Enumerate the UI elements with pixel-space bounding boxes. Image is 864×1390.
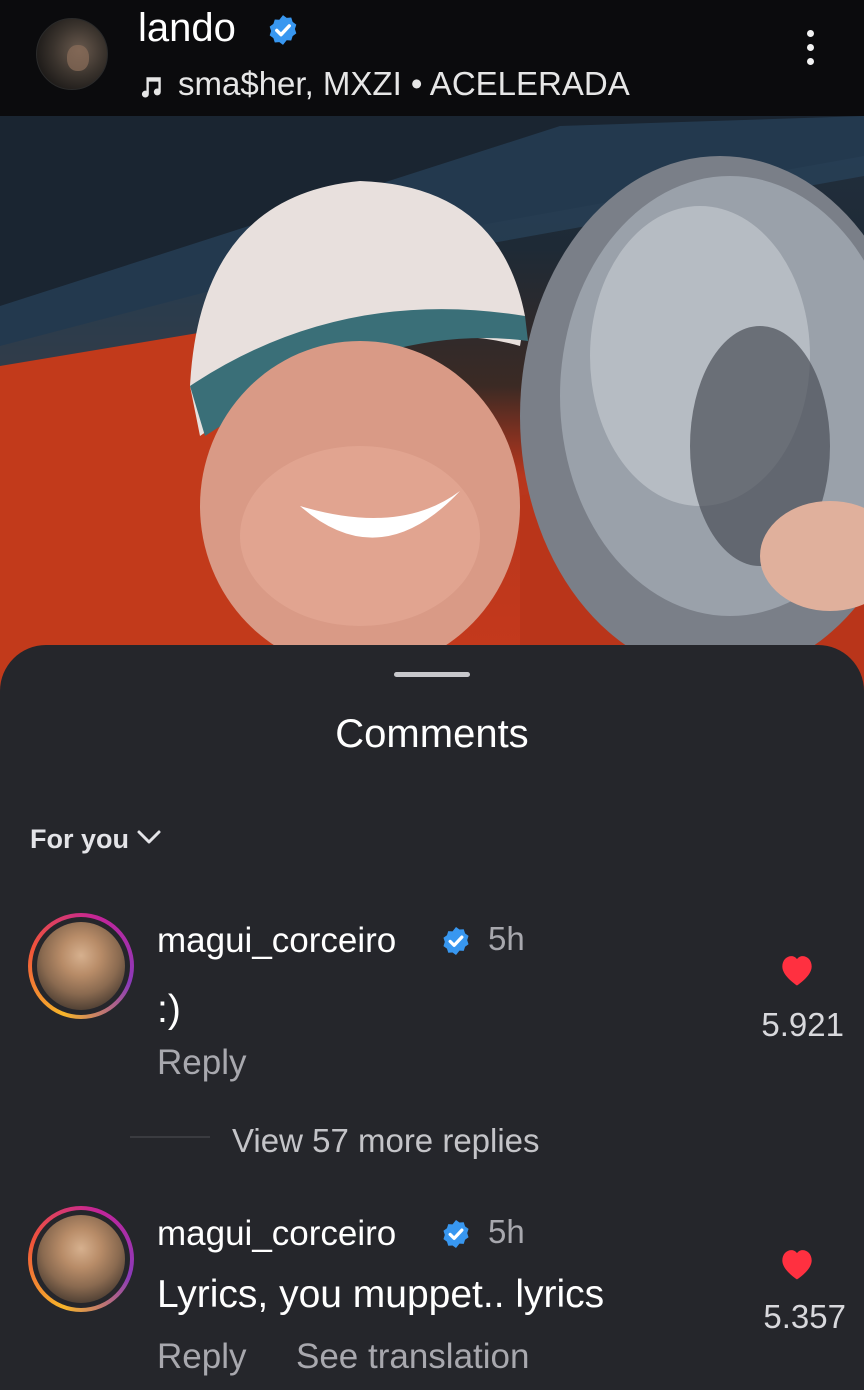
post-photo <box>0 116 864 716</box>
replies-divider <box>130 1136 210 1138</box>
like-count: 5.921 <box>761 1006 844 1043</box>
verified-badge-icon <box>443 927 469 955</box>
commenter-avatar[interactable] <box>28 1206 134 1312</box>
author-username[interactable]: lando <box>138 6 236 50</box>
post-header: lando sma$her, MXZI • ACELERADA <box>0 0 864 116</box>
sort-filter-button[interactable]: For you <box>30 823 129 855</box>
more-vertical-icon[interactable] <box>796 30 824 78</box>
music-note-icon <box>141 77 161 98</box>
reply-button[interactable]: Reply <box>157 1337 246 1377</box>
comments-title: Comments <box>335 712 529 756</box>
comments-sheet: Comments For you magui_corceiro 5h :) Re… <box>0 645 864 1390</box>
drag-handle[interactable] <box>394 672 470 677</box>
heart-icon[interactable] <box>778 1247 816 1281</box>
view-replies-button[interactable]: View 57 more replies <box>232 1121 540 1161</box>
verified-badge-icon <box>443 1220 469 1248</box>
chevron-down-icon[interactable] <box>136 829 162 847</box>
commenter-avatar[interactable] <box>28 913 134 1019</box>
comment-text: :) <box>157 988 181 1031</box>
reply-button[interactable]: Reply <box>157 1043 246 1083</box>
author-avatar[interactable] <box>36 18 108 90</box>
comment-text: Lyrics, you muppet.. lyrics <box>157 1273 605 1316</box>
see-translation-button[interactable]: See translation <box>296 1337 529 1377</box>
heart-icon[interactable] <box>778 953 816 987</box>
commenter-username[interactable]: magui_corceiro <box>157 1214 396 1254</box>
comment-timestamp: 5h <box>488 920 525 957</box>
verified-badge-icon <box>269 15 297 45</box>
commenter-username[interactable]: magui_corceiro <box>157 921 396 961</box>
like-count: 5.357 <box>763 1298 846 1335</box>
comment-timestamp: 5h <box>488 1213 525 1250</box>
audio-track-label[interactable]: sma$her, MXZI • ACELERADA <box>178 64 630 104</box>
